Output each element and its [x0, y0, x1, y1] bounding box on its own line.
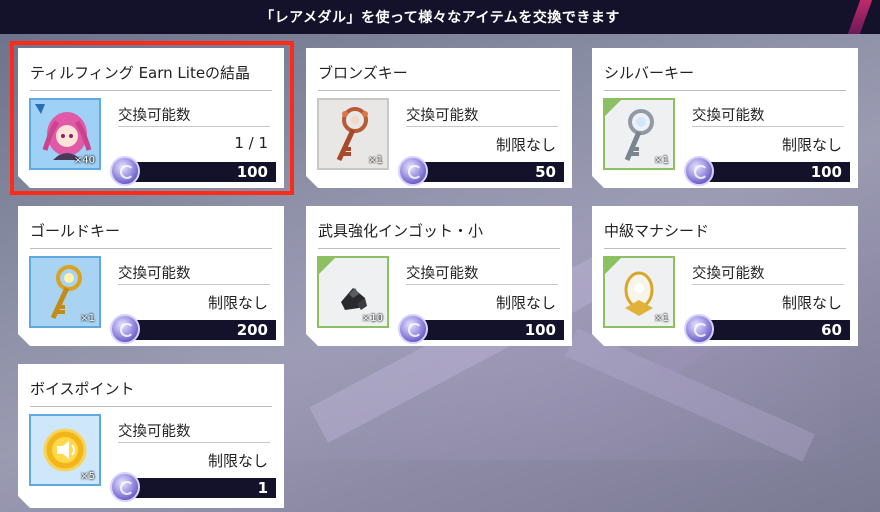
exchange-item-card[interactable]: ブロンズキー ×1 交換可能数 制限なし 50 — [306, 48, 572, 188]
divider — [118, 284, 270, 285]
price-bar: 100 — [406, 320, 564, 340]
rare-medal-icon — [110, 472, 140, 502]
divider — [604, 248, 846, 249]
item-thumbnail: ×1 — [603, 98, 675, 170]
price-value: 50 — [535, 163, 556, 181]
price-value: 100 — [524, 321, 556, 339]
rarity-marker — [605, 100, 621, 116]
exchange-item-card[interactable]: ゴールドキー ×1 交換可能数 制限なし 200 — [18, 206, 284, 346]
exchange-count-label: 交換可能数 — [692, 266, 765, 282]
exchange-count-label: 交換可能数 — [692, 108, 765, 124]
divider — [692, 284, 844, 285]
exchange-item-card[interactable]: シルバーキー ×1 交換可能数 制限なし 100 — [592, 48, 858, 188]
item-quantity: ×1 — [654, 313, 669, 324]
exchange-remaining: 制限なし — [781, 136, 842, 154]
item-thumbnail: ×1 — [29, 256, 101, 328]
item-thumbnail: ×5 — [29, 414, 101, 486]
item-thumbnail: ×10 — [317, 256, 389, 328]
exchange-remaining: 制限なし — [495, 136, 556, 154]
page-header: 「レアメダル」を使って様々なアイテムを交換できます — [0, 0, 880, 34]
divider — [406, 126, 558, 127]
price-value: 100 — [810, 163, 842, 181]
price-value: 1 — [257, 479, 268, 497]
exchange-remaining: 制限なし — [207, 294, 268, 312]
divider — [118, 442, 270, 443]
exchange-item-card[interactable]: 中級マナシード ×1 交換可能数 制限なし 60 — [592, 206, 858, 346]
price-bar: 60 — [692, 320, 850, 340]
rare-medal-icon — [684, 314, 714, 344]
divider — [30, 406, 272, 407]
exchange-item-card[interactable]: 武具強化インゴット・小 ×10 交換可能数 制限なし 100 — [306, 206, 572, 346]
item-name: ゴールドキー — [30, 222, 121, 240]
item-quantity: ×1 — [654, 155, 669, 166]
rarity-marker — [605, 258, 621, 274]
price-bar: 100 — [692, 162, 850, 182]
price-bar: 50 — [406, 162, 564, 182]
exchange-remaining: 制限なし — [495, 294, 556, 312]
rare-medal-icon — [110, 314, 140, 344]
divider — [30, 248, 272, 249]
price-bar: 200 — [118, 320, 276, 340]
item-quantity: ×1 — [368, 155, 383, 166]
selected-highlight — [10, 41, 294, 195]
exchange-remaining: 制限なし — [781, 294, 842, 312]
rarity-marker — [319, 258, 335, 274]
item-name: ボイスポイント — [30, 380, 135, 398]
exchange-remaining: 制限なし — [207, 452, 268, 470]
exchange-count-label: 交換可能数 — [118, 266, 191, 282]
price-bar: 1 — [118, 478, 276, 498]
divider — [318, 248, 560, 249]
rare-medal-icon — [398, 156, 428, 186]
price-value: 200 — [236, 321, 268, 339]
item-quantity: ×10 — [361, 313, 383, 324]
exchange-count-label: 交換可能数 — [118, 424, 191, 440]
exchange-item-card[interactable]: ボイスポイント ×5 交換可能数 制限なし 1 — [18, 364, 284, 508]
rare-medal-icon — [684, 156, 714, 186]
exchange-count-label: 交換可能数 — [406, 108, 479, 124]
divider — [318, 90, 560, 91]
item-thumbnail: ×1 — [603, 256, 675, 328]
divider — [692, 126, 844, 127]
exchange-count-label: 交換可能数 — [406, 266, 479, 282]
header-accent — [847, 0, 873, 34]
price-value: 60 — [821, 321, 842, 339]
item-name: 武具強化インゴット・小 — [318, 222, 484, 240]
item-quantity: ×5 — [80, 471, 95, 482]
divider — [406, 284, 558, 285]
item-name: シルバーキー — [604, 64, 695, 82]
item-name: 中級マナシード — [604, 222, 710, 240]
item-quantity: ×1 — [80, 313, 95, 324]
divider — [604, 90, 846, 91]
header-text: 「レアメダル」を使って様々なアイテムを交換できます — [260, 10, 620, 26]
item-name: ブロンズキー — [318, 64, 408, 82]
rare-medal-icon — [398, 314, 428, 344]
item-thumbnail: ×1 — [317, 98, 389, 170]
